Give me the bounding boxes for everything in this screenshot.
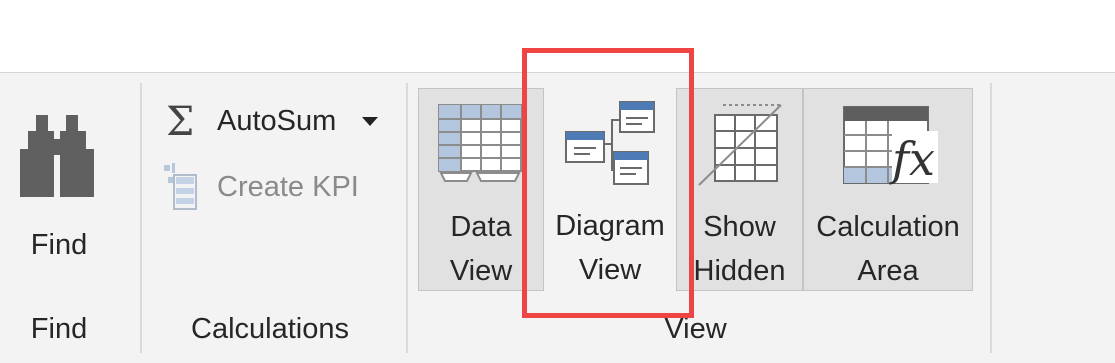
group-separator (140, 83, 142, 353)
view-group-label: View (664, 313, 727, 345)
calculation-area-icon: fx (843, 106, 938, 186)
data-view-label-line1: Data (450, 211, 512, 243)
ribbon: Find Find Σ AutoSum Create KPI Calculati… (0, 72, 1115, 363)
create-kpi-button[interactable]: Create KPI (162, 163, 392, 213)
diagram-view-label-line1: Diagram (555, 210, 665, 242)
find-button[interactable]: Find (6, 93, 112, 283)
group-separator (406, 83, 408, 353)
autosum-label: AutoSum (217, 105, 337, 137)
show-hidden-label-line1: Show (703, 211, 776, 243)
show-hidden-button[interactable]: Show Hidden (676, 88, 803, 291)
caret-down-icon (362, 117, 378, 126)
binoculars-icon (20, 115, 94, 197)
autosum-button[interactable]: Σ AutoSum (162, 97, 390, 147)
data-view-button[interactable]: Data View (418, 88, 544, 291)
kpi-icon (164, 163, 197, 210)
data-view-label-line2: View (449, 255, 513, 287)
calculations-group-label: Calculations (191, 313, 349, 345)
find-group-label: Find (30, 313, 88, 345)
group-separator (990, 83, 992, 353)
calculation-area-label-line2: Area (857, 255, 919, 287)
sigma-icon: Σ (166, 99, 195, 145)
show-hidden-icon (698, 104, 782, 186)
diagram-view-button[interactable]: Diagram View (544, 88, 676, 291)
show-hidden-label-line2: Hidden (693, 255, 786, 287)
create-kpi-label: Create KPI (217, 171, 359, 203)
calculation-area-label-line1: Calculation (816, 211, 960, 243)
diagram-view-label-line2: View (578, 254, 642, 286)
diagram-view-icon (565, 101, 655, 185)
data-view-icon (438, 104, 522, 182)
calculation-area-button[interactable]: fx Calculation Area (803, 88, 973, 291)
find-button-label: Find (30, 229, 88, 261)
svg-text:fx: fx (889, 132, 935, 186)
